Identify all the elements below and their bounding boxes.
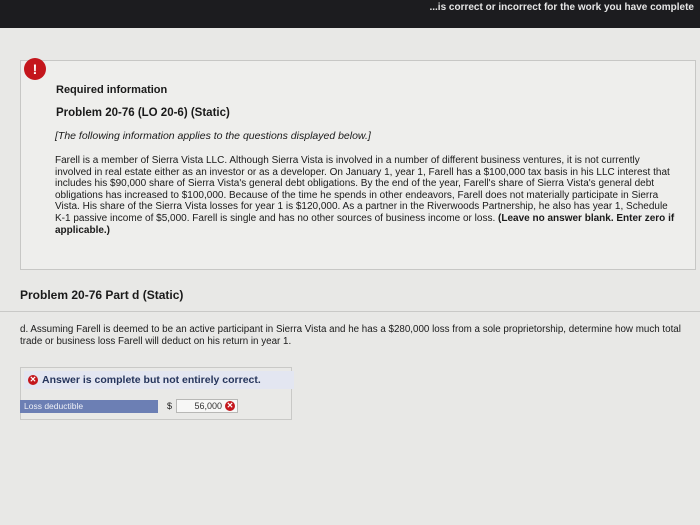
incorrect-x-icon: ✕ (225, 401, 235, 411)
answer-status-text: Answer is complete but not entirely corr… (42, 374, 261, 386)
question-text: d. Assuming Farell is deemed to be an ac… (20, 324, 681, 347)
required-information-title: Required information (56, 84, 168, 96)
top-status-bar: ...is correct or incorrect for the work … (0, 0, 700, 28)
part-title: Problem 20-76 Part d (Static) (20, 288, 184, 302)
alert-icon: ! (24, 58, 46, 80)
loss-deductible-label: Loss deductible (20, 400, 158, 413)
section-divider (0, 311, 700, 312)
check-work-message: ...is correct or incorrect for the work … (429, 2, 694, 13)
scenario-text: Farell is a member of Sierra Vista LLC. … (55, 155, 675, 236)
problem-title: Problem 20-76 (LO 20-6) (Static) (56, 107, 230, 119)
answer-status-banner: ✕ Answer is complete but not entirely co… (24, 371, 294, 389)
instructions-text: [The following information applies to th… (55, 130, 371, 142)
x-circle-icon: ✕ (28, 375, 38, 385)
currency-symbol: $ (167, 401, 173, 411)
